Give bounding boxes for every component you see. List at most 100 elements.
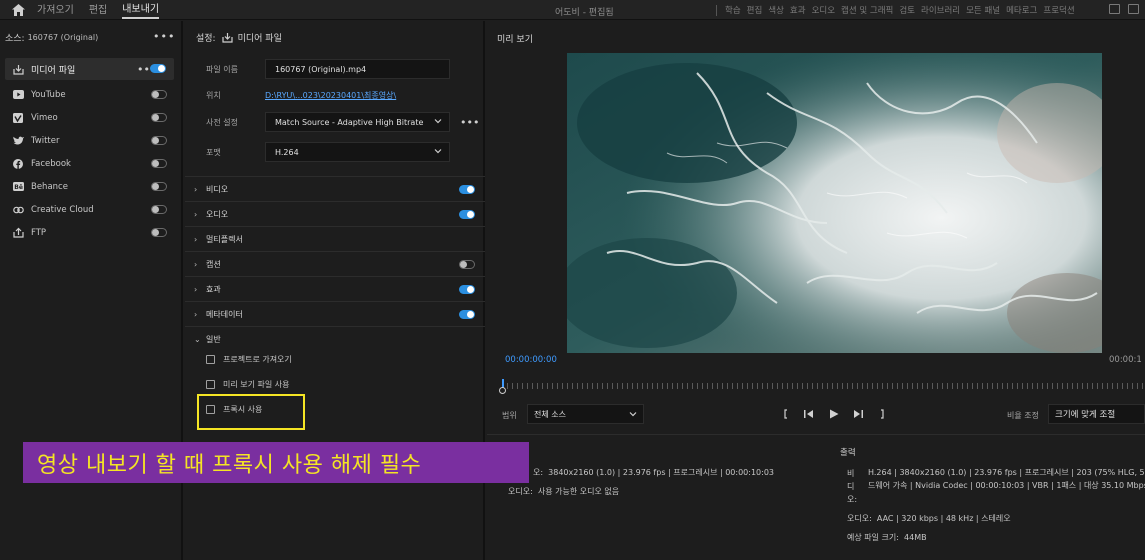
timecode-end: 00:00:1: [1109, 355, 1142, 365]
dest-toggle[interactable]: [151, 90, 167, 99]
chevron-down-icon: ⌄: [194, 334, 201, 344]
dest-twitter[interactable]: Twitter: [0, 129, 181, 152]
range-select[interactable]: 전체 소스: [527, 404, 644, 424]
proxy-highlight-box: [197, 394, 305, 430]
section-multiplexer[interactable]: › 멀티플렉서: [185, 226, 485, 251]
dest-ftp[interactable]: FTP: [0, 221, 181, 244]
dest-youtube[interactable]: YouTube: [0, 83, 181, 106]
ftp-icon: [12, 227, 24, 239]
dest-toggle[interactable]: [151, 136, 167, 145]
source-audio-info: 오디오: 사용 가능한 오디오 없음: [508, 486, 619, 497]
mark-in-icon[interactable]: [780, 408, 792, 420]
dest-behance[interactable]: Bē Behance: [0, 175, 181, 198]
section-audio[interactable]: › 오디오: [185, 201, 485, 226]
option-label: 미리 보기 파일 사용: [223, 380, 290, 389]
checkbox[interactable]: [206, 355, 215, 364]
workspace-learn[interactable]: 학습: [725, 4, 741, 16]
timeline-scrubber[interactable]: [499, 379, 1145, 394]
section-label: 일반: [206, 334, 221, 344]
caption-text: 영상 내보기 할 때 프록시 사용 해제 필수: [37, 452, 422, 478]
step-forward-icon[interactable]: [852, 408, 864, 420]
section-video[interactable]: › 비디오: [185, 176, 485, 201]
chevron-down-icon: [629, 410, 637, 420]
format-value: H.264: [275, 147, 299, 157]
format-label: 포맷: [206, 147, 221, 157]
location-link[interactable]: D:\RYU\...023\20230401\최종영상\: [265, 90, 396, 101]
chevron-down-icon: [434, 117, 442, 127]
dest-toggle[interactable]: [151, 228, 167, 237]
output-video-label: 비디오:: [847, 469, 858, 504]
more-icon[interactable]: •••: [153, 30, 175, 43]
source-label: 소스:: [5, 34, 25, 44]
preset-more-icon[interactable]: •••: [460, 116, 479, 129]
dest-vimeo[interactable]: Vimeo: [0, 106, 181, 129]
dest-label: Behance: [31, 181, 68, 192]
option-label: 프로젝트로 가져오기: [223, 355, 292, 364]
tab-edit[interactable]: 편집: [89, 1, 107, 18]
source-video-info: 오: 3840x2160 (1.0) | 23.976 fps | 프로그레시브…: [533, 467, 774, 478]
chevron-right-icon: ›: [194, 209, 198, 219]
output-audio-info: 오디오: AAC | 320 kbps | 48 kHz | 스테레오: [847, 513, 1011, 524]
workspace-production[interactable]: 프로덕션: [1043, 4, 1074, 16]
zoom-label: 비율 조정: [1007, 411, 1039, 420]
tab-export[interactable]: 내보내기: [122, 0, 160, 19]
section-toggle[interactable]: [459, 260, 475, 269]
settings-label: 설정:: [196, 33, 216, 44]
dest-facebook[interactable]: Facebook: [0, 152, 181, 175]
workspace-review[interactable]: 검토: [899, 4, 915, 16]
export-icon: [12, 63, 24, 75]
source-row: 소스: 160767 (Original) •••: [0, 21, 181, 54]
workspace-effects[interactable]: 효과: [790, 4, 806, 16]
option-import-to-project[interactable]: 프로젝트로 가져오기: [206, 347, 292, 372]
playback-controls: 범위 전체 소스 비율 조정 크기에 맞게 조절: [487, 404, 1145, 426]
range-value: 전체 소스: [534, 409, 566, 419]
zoom-select[interactable]: 크기에 맞게 조절: [1048, 404, 1145, 424]
section-effects[interactable]: › 효과: [185, 276, 485, 301]
preset-select[interactable]: Match Source - Adaptive High Bitrate: [265, 112, 450, 132]
workspace-color[interactable]: 색상: [768, 4, 784, 16]
fullscreen-icon[interactable]: [1128, 4, 1139, 14]
home-icon[interactable]: [11, 3, 25, 17]
dest-toggle[interactable]: [151, 113, 167, 122]
workspace-audio[interactable]: 오디오: [812, 4, 835, 16]
workspace-all-panels[interactable]: 모든 패널: [966, 4, 1000, 16]
playhead-knob[interactable]: [499, 387, 506, 394]
section-toggle[interactable]: [459, 285, 475, 294]
source-video-label: 오:: [533, 468, 544, 477]
format-select[interactable]: H.264: [265, 142, 450, 162]
section-toggle[interactable]: [459, 210, 475, 219]
location-label: 위치: [206, 90, 221, 100]
export-icon: [221, 32, 233, 43]
section-metadata[interactable]: › 메타데이터: [185, 301, 485, 326]
workspace-icon[interactable]: [1109, 4, 1120, 14]
dest-media-file[interactable]: 미디어 파일 •••: [5, 58, 174, 80]
section-toggle[interactable]: [459, 310, 475, 319]
workspace-metalog[interactable]: 메타로그: [1006, 4, 1037, 16]
settings-destination: 미디어 파일: [237, 33, 282, 44]
mark-out-icon[interactable]: [876, 408, 888, 420]
dest-toggle[interactable]: [151, 159, 167, 168]
filename-input[interactable]: 160767 (Original).mp4: [265, 59, 450, 79]
section-label: 비디오: [206, 184, 229, 194]
section-label: 멀티플렉서: [206, 234, 243, 244]
workspace-captions[interactable]: 캡션 및 그래픽: [841, 4, 893, 16]
chevron-right-icon: ›: [194, 234, 198, 244]
workspace-libraries[interactable]: 라이브러리: [921, 4, 960, 16]
facebook-icon: [12, 158, 24, 170]
dest-toggle[interactable]: [151, 205, 167, 214]
creative-cloud-icon: [12, 204, 24, 216]
play-icon[interactable]: [828, 408, 840, 420]
dest-toggle[interactable]: [151, 182, 167, 191]
workspace-edit[interactable]: 편집: [747, 4, 763, 16]
checkbox[interactable]: [206, 380, 215, 389]
window-controls: [1109, 4, 1139, 14]
section-captions[interactable]: › 캡션: [185, 251, 485, 276]
output-video-line-2: 드웨어 가속 | Nvidia Codec | 00:00:10:03 | VB…: [868, 481, 1145, 490]
step-back-icon[interactable]: [803, 408, 815, 420]
tab-import[interactable]: 가져오기: [37, 1, 74, 18]
dest-creative-cloud[interactable]: Creative Cloud: [0, 198, 181, 221]
dest-toggle[interactable]: [150, 64, 166, 73]
settings-header: 설정: 미디어 파일: [185, 21, 483, 53]
section-toggle[interactable]: [459, 185, 475, 194]
timeline-ticks: [502, 383, 1145, 389]
